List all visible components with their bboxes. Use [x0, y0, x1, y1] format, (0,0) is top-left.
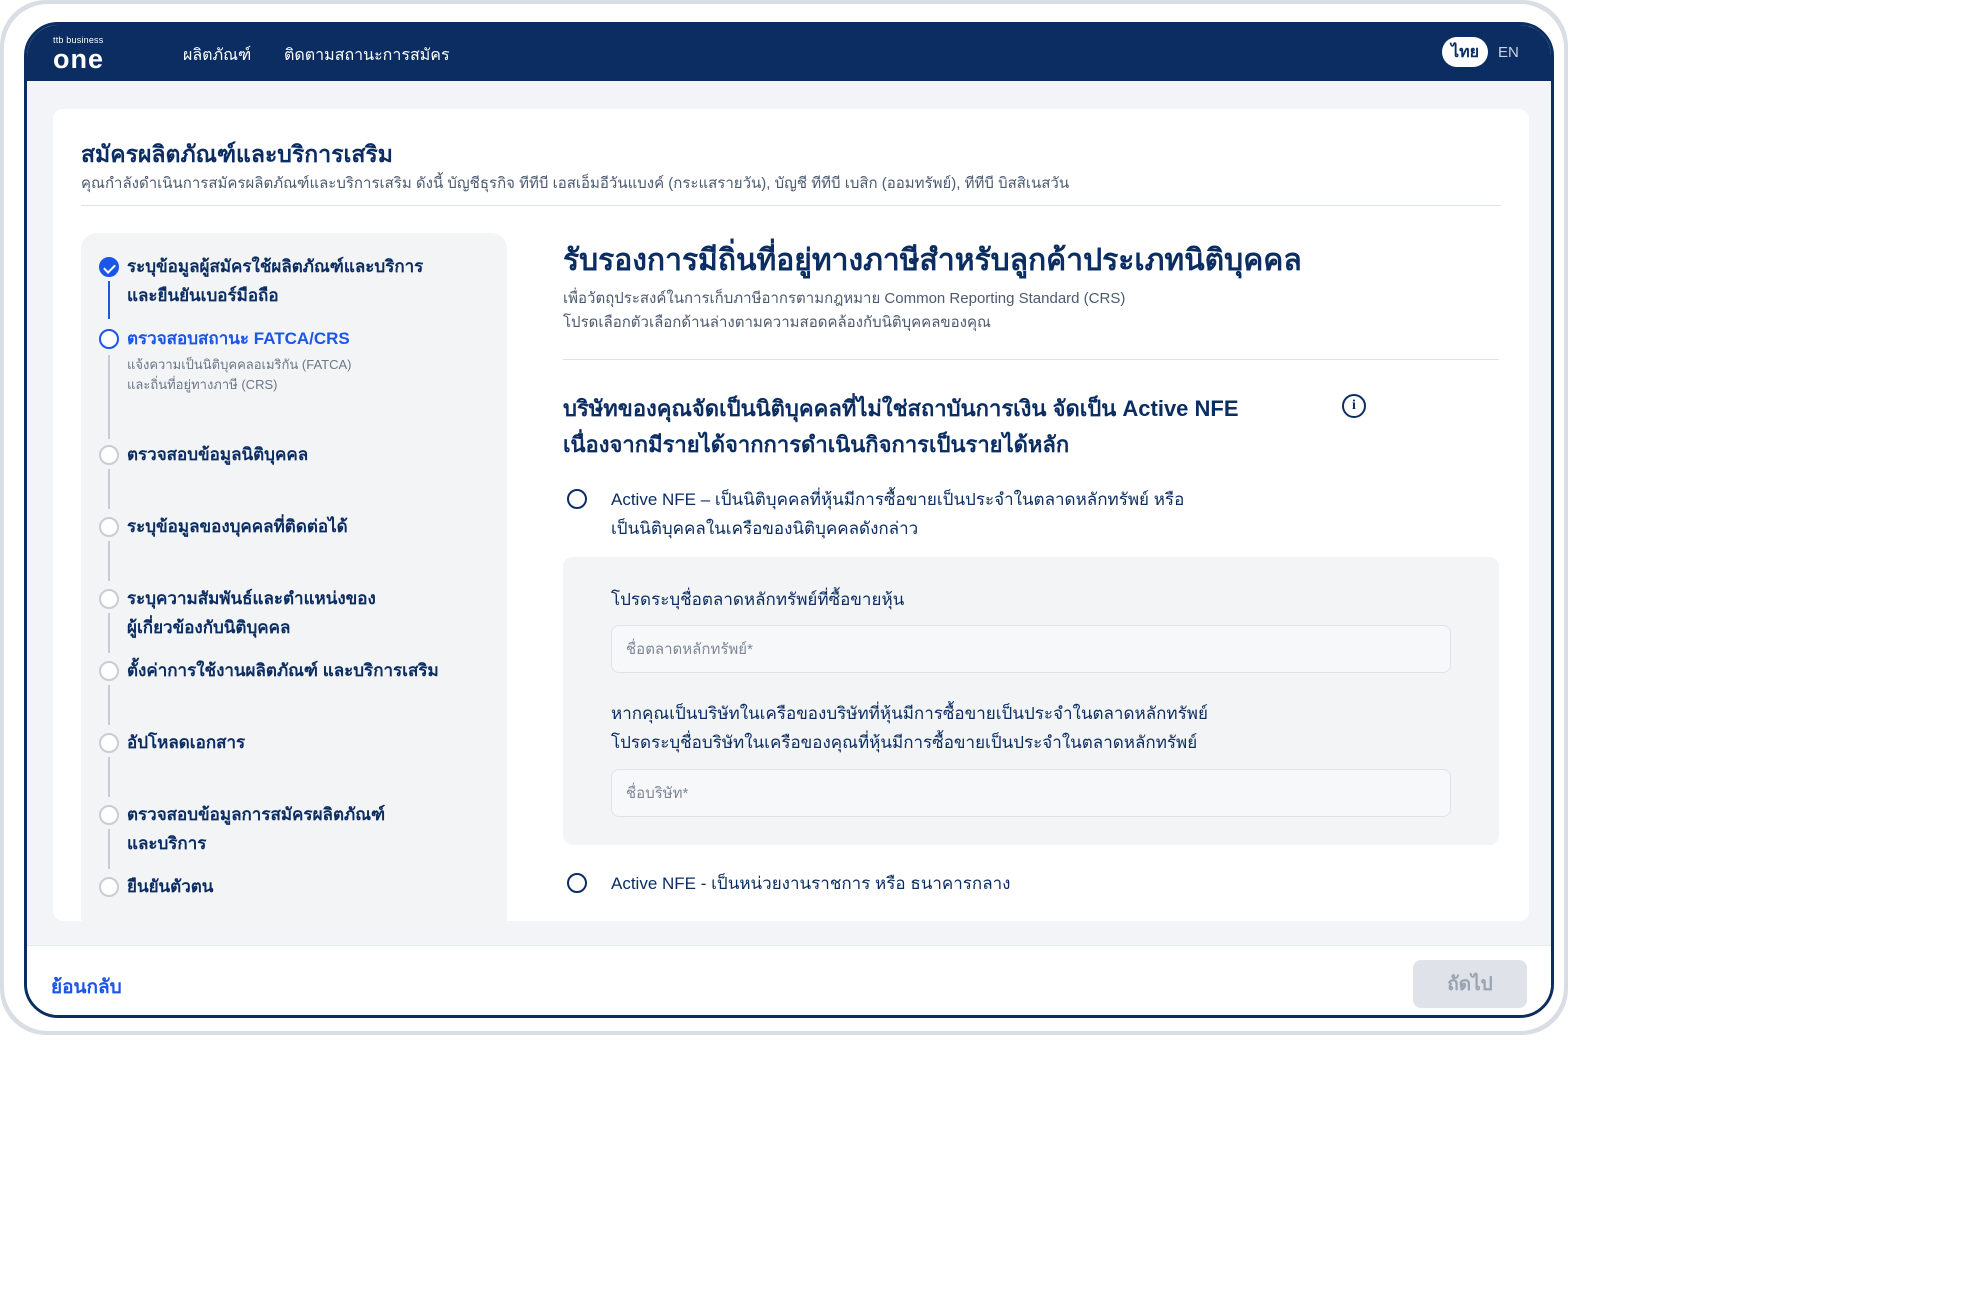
step-connector: [108, 469, 110, 509]
step-current-icon: [99, 329, 119, 349]
step-pending-icon: [99, 445, 119, 465]
step-label: ตรวจสอบสถานะ FATCA/CRS: [127, 329, 350, 348]
step-pending-icon: [99, 877, 119, 897]
company-name-input[interactable]: [611, 769, 1451, 817]
listed-company-details-panel: โปรดระบุชื่อตลาดหลักทรัพย์ที่ซื้อขายหุ้น…: [563, 557, 1499, 845]
ttb-business-one-logo[interactable]: ttb business one: [53, 35, 123, 73]
step-pending-icon: [99, 805, 119, 825]
step-description: แจ้งความเป็นนิติบุคคลอเมริกัน (FATCA) แล…: [127, 357, 352, 392]
info-icon[interactable]: i: [1342, 394, 1366, 418]
step-label: ระบุความสัมพันธ์และตำแหน่งของ ผู้เกี่ยวข…: [127, 589, 376, 637]
step-pending-icon: [99, 517, 119, 537]
step-pending-icon: [99, 661, 119, 681]
application-card: สมัครผลิตภัณฑ์และบริการเสริม คุณกำลังดำเ…: [53, 109, 1529, 933]
affiliate-company-label: หากคุณเป็นบริษัทในเครือของบริษัทที่หุ้นม…: [611, 704, 1208, 752]
option-label: Active NFE - เป็นหน่วยงานราชการ หรือ ธนา…: [611, 874, 1011, 893]
step-connector: [108, 613, 110, 653]
divider: [81, 205, 1501, 206]
device-bezel: ttb business one ผลิตภัณฑ์ ติดตามสถานะกา…: [4, 4, 1564, 1031]
option-label: Active NFE – เป็นนิติบุคคลที่หุ้นมีการซื…: [611, 490, 1185, 538]
step-label: ระบุข้อมูลของบุคคลที่ติดต่อได้: [127, 517, 348, 536]
step-connector: [108, 829, 110, 869]
logo-big-text: one: [53, 44, 105, 74]
app-screen: ttb business one ผลิตภัณฑ์ ติดตามสถานะกา…: [24, 22, 1554, 1018]
nav-track-status[interactable]: ติดตามสถานะการสมัคร: [284, 43, 450, 68]
device-frame: ttb business one ผลิตภัณฑ์ ติดตามสถานะกา…: [0, 0, 1568, 1035]
lang-english-toggle[interactable]: EN: [1498, 44, 1519, 61]
nav-products[interactable]: ผลิตภัณฑ์: [183, 43, 251, 68]
question-text: บริษัทของคุณจัดเป็นนิติบุคคลที่ไม่ใช่สถา…: [563, 396, 1239, 457]
step-label: อัปโหลดเอกสาร: [127, 733, 246, 752]
back-link[interactable]: ย้อนกลับ: [51, 972, 122, 1002]
page-title: สมัครผลิตภัณฑ์และบริการเสริม: [81, 141, 393, 167]
intro-line: โปรดเลือกตัวเลือกด้านล่างตามความสอดคล้อง…: [563, 314, 991, 331]
step-connector: [108, 541, 110, 581]
step-done-check-icon: [99, 257, 119, 277]
step-label: ตรวจสอบข้อมูลการสมัครผลิตภัณฑ์ และบริการ: [127, 805, 386, 853]
bottom-action-bar: ย้อนกลับ ถัดไป: [27, 945, 1551, 1015]
step-connector: [108, 685, 110, 725]
step-label: ตรวจสอบข้อมูลนิติบุคคล: [127, 445, 309, 464]
top-nav-bar: ttb business one ผลิตภัณฑ์ ติดตามสถานะกา…: [27, 25, 1551, 81]
step-label: ยืนยันตัวตน: [127, 877, 214, 896]
page-subtitle: คุณกำลังดำเนินการสมัครผลิตภัณฑ์และบริการ…: [81, 175, 1070, 192]
progress-stepper: ระบุข้อมูลผู้สมัครใช้ผลิตภัณฑ์และบริการ …: [81, 233, 507, 933]
form-heading: รับรองการมีถิ่นที่อยู่ทางภาษีสำหรับลูกค้…: [563, 244, 1302, 277]
step-connector: [108, 281, 110, 319]
step-pending-icon: [99, 733, 119, 753]
form-intro: เพื่อวัตถุประสงค์ในการเก็บภาษีอากรตามกฎห…: [563, 287, 1125, 335]
step-connector: [108, 757, 110, 797]
step-label: ระบุข้อมูลผู้สมัครใช้ผลิตภัณฑ์และบริการ …: [127, 257, 424, 305]
step-label: ตั้งค่าการใช้งานผลิตภัณฑ์ และบริการเสริม: [127, 661, 439, 680]
lang-thai-toggle[interactable]: ไทย: [1442, 37, 1488, 67]
radio-button[interactable]: [567, 489, 587, 509]
step-connector: [108, 355, 110, 439]
stock-exchange-label: โปรดระบุชื่อตลาดหลักทรัพย์ที่ซื้อขายหุ้น: [611, 590, 905, 609]
divider: [563, 359, 1499, 360]
intro-line: เพื่อวัตถุประสงค์ในการเก็บภาษีอากรตามกฎห…: [563, 290, 1126, 307]
radio-button[interactable]: [567, 873, 587, 893]
step-pending-icon: [99, 589, 119, 609]
stock-exchange-input[interactable]: [611, 625, 1451, 673]
next-button[interactable]: ถัดไป: [1413, 960, 1527, 1008]
